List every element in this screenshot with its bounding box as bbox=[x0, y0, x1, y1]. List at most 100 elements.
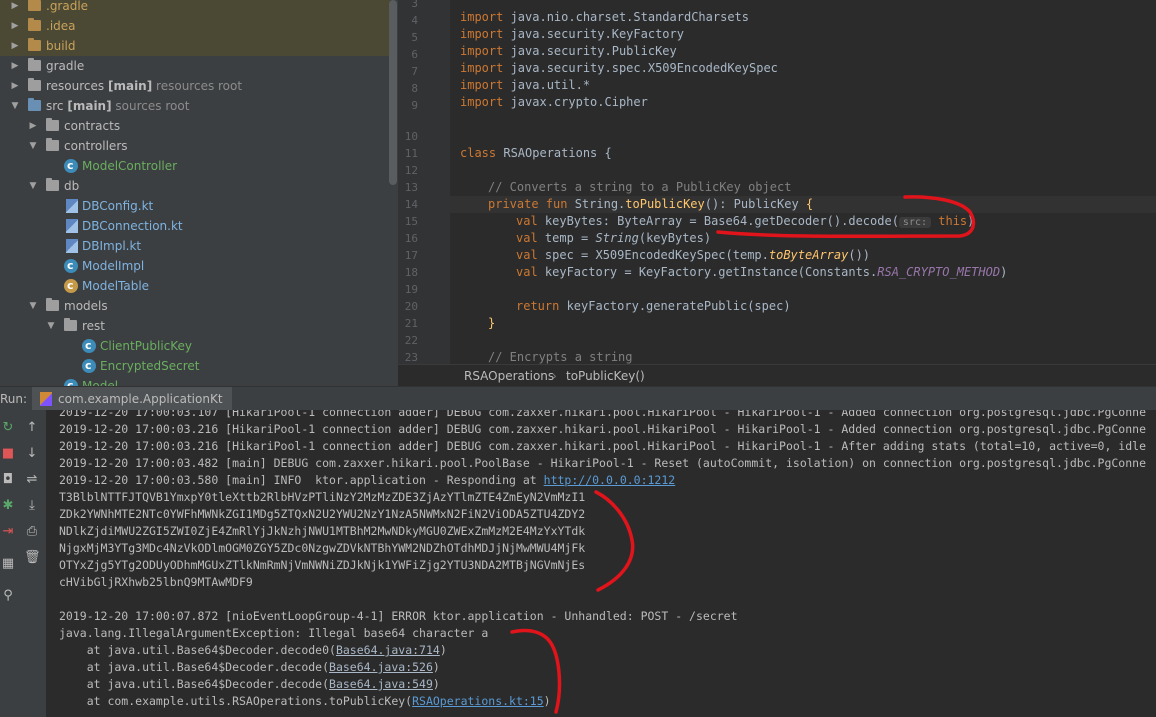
tree-item-modelcontroller[interactable]: ModelController bbox=[0, 156, 390, 176]
console-output[interactable]: 2019-12-20 17:00:03.107 [HikariPool-1 co… bbox=[46, 410, 1156, 717]
line-number: 22 bbox=[404, 334, 418, 347]
tree-item-modeltable[interactable]: ModelTable bbox=[0, 276, 390, 296]
chevron-right-icon[interactable]: ▶ bbox=[10, 76, 20, 96]
folder-icon bbox=[28, 58, 41, 71]
arrow-up-icon[interactable]: ↑ bbox=[24, 420, 40, 436]
code-text: keyBytes: ByteArray = Base64.getDecoder(… bbox=[537, 214, 899, 228]
log-line: 2019-12-20 17:00:03.482 [main] DEBUG com… bbox=[59, 456, 1147, 470]
tree-item-label: ClientPublicKey bbox=[100, 339, 193, 353]
tree-item-modelimpl[interactable]: ModelImpl bbox=[0, 256, 390, 276]
keyword: val bbox=[516, 214, 538, 228]
source-link[interactable]: Base64.java:549 bbox=[329, 677, 433, 691]
chevron-down-icon[interactable]: ▼ bbox=[28, 176, 38, 196]
code-editor[interactable]: 3 4 5 6 7 8 9 10 11 12 13 14 15 16 17 18… bbox=[398, 0, 1156, 364]
key-line: OTYxZjg5YTg2ODUyODhmMGUxZTlkNmRmNjVmNWNi… bbox=[59, 558, 586, 572]
stack-text: at java.util.Base64$Decoder.decode( bbox=[59, 677, 330, 691]
line-number: 8 bbox=[411, 82, 418, 95]
tree-item-clientpublickey[interactable]: ClientPublicKey bbox=[0, 336, 390, 356]
debug-icon[interactable]: ✱ bbox=[0, 498, 16, 514]
source-link[interactable]: RSAOperations.kt:15 bbox=[412, 694, 544, 708]
folder-icon bbox=[28, 0, 41, 11]
keyword: val bbox=[516, 248, 538, 262]
exit-icon[interactable]: ⇥ bbox=[0, 524, 16, 540]
tree-item-models[interactable]: ▼ models bbox=[0, 296, 390, 316]
tree-item-dbconfig[interactable]: DBConfig.kt bbox=[0, 196, 390, 216]
breadcrumb-class[interactable]: RSAOperations bbox=[464, 365, 554, 387]
stack-text: ) bbox=[432, 677, 440, 691]
line-number: 9 bbox=[411, 99, 418, 112]
line-number: 13 bbox=[404, 181, 418, 194]
tree-item-gradle-dir[interactable]: ▶ .gradle bbox=[0, 0, 390, 16]
source-link[interactable]: Base64.java:526 bbox=[329, 660, 433, 674]
tree-item-encryptedsecret[interactable]: EncryptedSecret bbox=[0, 356, 390, 376]
tree-item-model[interactable]: Model bbox=[0, 376, 390, 386]
tree-item-label: src bbox=[46, 99, 64, 113]
breadcrumb-method[interactable]: toPublicKey() bbox=[566, 365, 645, 387]
line-number: 21 bbox=[404, 317, 418, 330]
pin-icon[interactable]: ⚲ bbox=[0, 588, 16, 604]
chevron-right-icon[interactable]: ▶ bbox=[10, 0, 20, 16]
key-line: cHVibGljRXhwb25lbnQ9MTAwMDF9 bbox=[59, 575, 253, 589]
soft-wrap-icon[interactable]: ⇌ bbox=[24, 472, 40, 488]
log-line: 2019-12-20 17:00:03.580 [main] INFO ktor… bbox=[59, 472, 675, 489]
code-text: java.util.* bbox=[503, 78, 591, 92]
scroll-to-end-icon[interactable]: ⤓ bbox=[24, 498, 40, 514]
line-number: 23 bbox=[404, 351, 418, 364]
tree-scrollbar[interactable] bbox=[389, 0, 397, 185]
tree-item-dbimpl[interactable]: DBImpl.kt bbox=[0, 236, 390, 256]
log-line: 2019-12-20 17:00:03.216 [HikariPool-1 co… bbox=[59, 439, 1147, 453]
tree-item-src[interactable]: ▼ src [main] sources root bbox=[0, 96, 390, 116]
tree-item-controllers[interactable]: ▼ controllers bbox=[0, 136, 390, 156]
tree-item-gradle[interactable]: ▶ gradle bbox=[0, 56, 390, 76]
print-icon[interactable]: ⎙ bbox=[24, 524, 40, 540]
code-line: val keyBytes: ByteArray = Base64.getDeco… bbox=[516, 213, 974, 230]
parameter-hint: src: bbox=[898, 217, 932, 228]
code-line: val spec = X509EncodedKeySpec(temp.toByt… bbox=[516, 247, 870, 264]
source-link[interactable]: Base64.java:714 bbox=[336, 643, 440, 657]
chevron-down-icon[interactable]: ▼ bbox=[46, 316, 56, 336]
kotlin-object-icon bbox=[64, 276, 78, 296]
camera-icon[interactable]: ◘ bbox=[0, 472, 16, 488]
arrow-down-icon[interactable]: ↓ bbox=[24, 446, 40, 462]
keyword: import bbox=[460, 61, 504, 75]
code-text: keyFactory = KeyFactory.getInstance(Cons… bbox=[537, 265, 878, 279]
kotlin-class-icon bbox=[64, 256, 78, 276]
chevron-down-icon[interactable]: ▼ bbox=[28, 296, 38, 316]
trash-icon[interactable]: 🗑 bbox=[24, 550, 41, 566]
stack-frame: at java.util.Base64$Decoder.decode(Base6… bbox=[59, 659, 440, 676]
kotlin-class-icon bbox=[82, 356, 96, 376]
chevron-down-icon[interactable]: ▼ bbox=[10, 96, 20, 116]
line-number: 7 bbox=[411, 65, 418, 78]
root-type-label: sources root bbox=[115, 99, 190, 113]
tree-item-label: DBConnection.kt bbox=[82, 219, 183, 233]
tree-item-idea[interactable]: ▶ .idea bbox=[0, 16, 390, 36]
run-label: Run: bbox=[0, 392, 28, 406]
key-line: NDlkZjdiMWU2ZGI5ZWI0ZjE4ZmRlYjJkNzhjNWU1… bbox=[59, 524, 586, 538]
layout-icon[interactable]: ▦ bbox=[0, 556, 16, 572]
tree-item-label: build bbox=[46, 39, 76, 53]
tree-item-resources[interactable]: ▶ resources [main] resources root bbox=[0, 76, 390, 96]
tree-item-contracts[interactable]: ▶ contracts bbox=[0, 116, 390, 136]
tree-item-dbconnection[interactable]: DBConnection.kt bbox=[0, 216, 390, 236]
chevron-right-icon[interactable]: ▶ bbox=[10, 56, 20, 76]
tree-item-rest[interactable]: ▼ rest bbox=[0, 316, 390, 336]
server-url-link[interactable]: http://0.0.0.0:1212 bbox=[544, 473, 676, 487]
code-line: return keyFactory.generatePublic(spec) bbox=[516, 298, 791, 315]
stack-text: at java.util.Base64$Decoder.decode0( bbox=[59, 643, 336, 657]
tree-item-label: controllers bbox=[64, 139, 128, 153]
code-line: import javax.crypto.Cipher bbox=[460, 94, 648, 111]
code-line: import java.security.spec.X509EncodedKey… bbox=[460, 60, 778, 77]
stop-icon[interactable]: ■ bbox=[0, 446, 16, 462]
tree-item-build[interactable]: ▶ build bbox=[0, 36, 390, 56]
chevron-right-icon[interactable]: ▶ bbox=[28, 116, 38, 136]
tree-item-db[interactable]: ▼ db bbox=[0, 176, 390, 196]
line-number: 20 bbox=[404, 300, 418, 313]
rerun-icon[interactable]: ↻ bbox=[0, 420, 16, 436]
chevron-right-icon[interactable]: ▶ bbox=[10, 36, 20, 56]
run-config-tab[interactable]: com.example.ApplicationKt bbox=[32, 387, 232, 411]
chevron-right-icon[interactable]: ▶ bbox=[10, 16, 20, 36]
code-text: ) bbox=[967, 214, 975, 228]
brace: { bbox=[805, 197, 814, 211]
code-text: java.security.spec.X509EncodedKeySpec bbox=[503, 61, 778, 75]
chevron-down-icon[interactable]: ▼ bbox=[28, 136, 38, 156]
